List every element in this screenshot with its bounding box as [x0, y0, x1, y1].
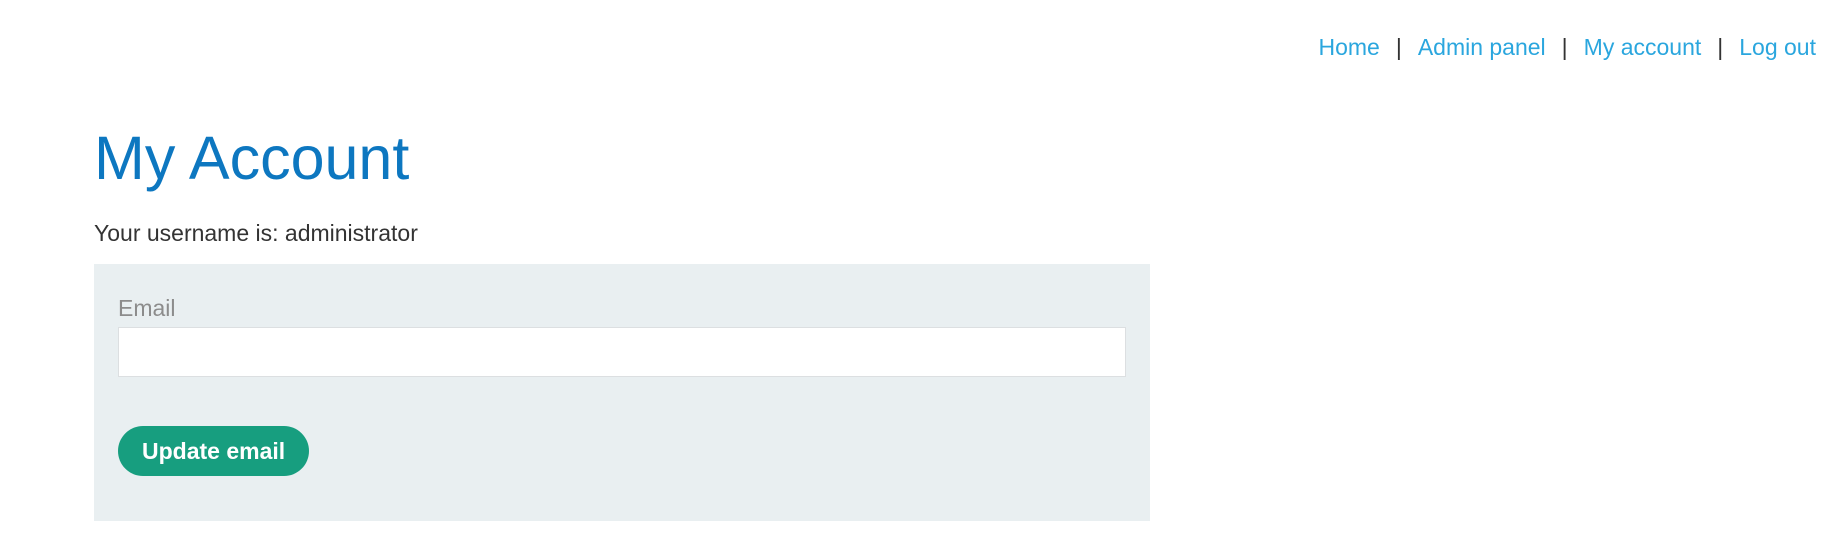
nav-link-log-out[interactable]: Log out — [1739, 33, 1816, 61]
username-text: Your username is: administrator — [94, 220, 418, 246]
page-title: My Account — [94, 124, 410, 192]
nav-separator: | — [1717, 34, 1724, 60]
nav-separator: | — [1395, 34, 1402, 60]
nav-link-admin-panel[interactable]: Admin panel — [1418, 33, 1546, 61]
page: Home | Admin panel | My account | Log ou… — [0, 0, 1834, 555]
email-label: Email — [118, 295, 176, 321]
nav-link-home[interactable]: Home — [1318, 33, 1379, 61]
main-content: My Account Your username is: administrat… — [94, 120, 1150, 521]
top-navigation: Home | Admin panel | My account | Log ou… — [1318, 33, 1816, 61]
change-email-form: Email Update email — [94, 264, 1150, 521]
nav-link-my-account[interactable]: My account — [1584, 33, 1702, 61]
nav-separator: | — [1561, 34, 1568, 60]
email-field[interactable] — [118, 327, 1126, 377]
update-email-button[interactable]: Update email — [118, 426, 310, 476]
